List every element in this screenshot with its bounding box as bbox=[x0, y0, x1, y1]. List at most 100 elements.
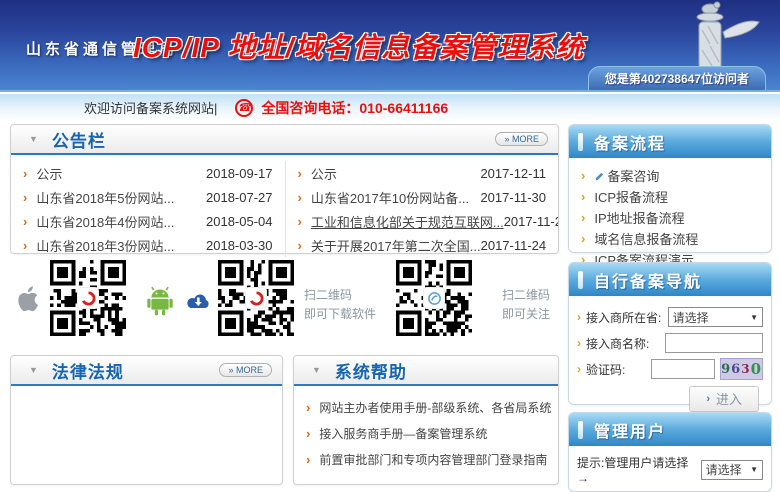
province-select[interactable]: 请选择 ▼ bbox=[668, 307, 763, 327]
bulletin-column-right: › 公示 2017-12-11 › 山东省2017年10份网站备... 2017-11-… bbox=[285, 161, 559, 257]
qr-code-download bbox=[218, 260, 294, 336]
bulletin-date: 2018-09-17 bbox=[206, 166, 273, 181]
bullet-arrow-icon: › bbox=[577, 336, 581, 350]
laws-title: 法律法规 bbox=[52, 358, 124, 383]
enter-button[interactable]: › 进入 bbox=[689, 386, 759, 412]
triangle-down-icon: ▼ bbox=[29, 134, 38, 144]
bullet-arrow-icon: › bbox=[581, 231, 585, 246]
isp-name-input[interactable] bbox=[665, 333, 763, 353]
qr-code-ios bbox=[50, 260, 126, 336]
process-list: ›备案咨询 ›ICP报备流程 ›IP地址报备流程 ›域名信息报备流程 ›ICP备… bbox=[569, 158, 771, 270]
captcha-digit: 3 bbox=[741, 362, 750, 376]
triangle-down-icon: ▼ bbox=[29, 365, 38, 375]
captcha-image[interactable]: 9 6 3 0 bbox=[720, 358, 763, 380]
header: 山东省通信管理局 ICP/IP 地址/域名信息备案管理系统 您是第4027386… bbox=[0, 0, 780, 92]
bulletin-date: 2017-12-11 bbox=[480, 166, 546, 181]
bulletin-title: 公告栏 bbox=[52, 127, 106, 152]
android-icon bbox=[146, 286, 174, 316]
bullet-arrow-icon: › bbox=[298, 238, 302, 253]
captcha-row: › 验证码: 9 6 3 0 bbox=[569, 356, 771, 382]
bullet-arrow-icon: › bbox=[23, 166, 27, 181]
bulletin-date: 2017-11-24 bbox=[481, 238, 547, 253]
bullet-arrow-icon: › bbox=[298, 166, 302, 181]
help-title: 系统帮助 bbox=[335, 358, 407, 383]
captcha-digit: 0 bbox=[751, 360, 762, 378]
bullet-arrow-icon: › bbox=[581, 189, 585, 204]
enter-arrow-icon: › bbox=[706, 393, 710, 405]
app-logo-icon bbox=[245, 287, 267, 309]
header-accent-bar bbox=[578, 133, 583, 151]
province-label: 接入商所在省: bbox=[586, 309, 668, 326]
captcha-label: 验证码: bbox=[586, 361, 651, 378]
qr-section: 扫二维码 即可下载软件 扫二维码 即可关注 bbox=[10, 258, 559, 352]
bulletin-link[interactable]: 关于开展2017年第二次全国... bbox=[311, 236, 481, 255]
bulletin-list: › 公示 2018-09-17 › 山东省2018年5份网站... 2018-07-27… bbox=[11, 155, 558, 257]
apple-icon bbox=[16, 284, 40, 314]
process-link[interactable]: 域名信息报备流程 bbox=[594, 229, 698, 248]
process-title: 备案流程 bbox=[594, 130, 666, 154]
province-select-value: 请选择 bbox=[673, 309, 709, 326]
admin-select-value: 请选择 bbox=[706, 461, 742, 478]
isp-row: › 接入商名称: bbox=[569, 330, 771, 356]
visitor-counter: 您是第402738647位访问者 bbox=[588, 66, 766, 91]
help-panel: ▼ 系统帮助 ›网站主办者使用手册-部级系统、各省局系统 ›接入服务商手册—备案… bbox=[293, 355, 559, 485]
bullet-arrow-icon: › bbox=[306, 426, 310, 441]
captcha-input[interactable] bbox=[651, 359, 715, 379]
list-item: › 接入服务商手册—备案管理系统 bbox=[294, 420, 558, 446]
admin-panel: 管理用户 提示:管理用户请选择→ 请选择 ▼ bbox=[568, 412, 772, 492]
admin-title: 管理用户 bbox=[594, 418, 666, 442]
bulletin-link[interactable]: 公示 bbox=[36, 164, 62, 183]
laws-more-button[interactable]: » MORE bbox=[219, 363, 272, 377]
bulletin-date: 2018-07-27 bbox=[206, 190, 273, 205]
province-row: › 接入商所在省: 请选择 ▼ bbox=[569, 304, 771, 330]
list-item: › 前置审批部门和专项内容管理部门登录指南 bbox=[294, 446, 558, 472]
list-item: ›网站主办者使用手册-部级系统、各省局系统 bbox=[294, 394, 558, 420]
bulletin-date: 2017-11-28 bbox=[504, 214, 558, 229]
process-panel: 备案流程 ›备案咨询 ›ICP报备流程 ›IP地址报备流程 ›域名信息报备流程 … bbox=[568, 124, 772, 253]
bullet-arrow-icon: › bbox=[577, 362, 581, 376]
pencil-icon bbox=[594, 170, 605, 181]
list-item: › 备案咨询 bbox=[569, 165, 771, 186]
bullet-arrow-icon: › bbox=[298, 190, 302, 205]
wechat-account-logo-icon bbox=[423, 287, 445, 309]
bulletin-date: 2018-05-04 bbox=[206, 214, 273, 229]
bullet-arrow-icon: › bbox=[306, 452, 310, 467]
hotline-number: 010-66411166 bbox=[359, 100, 448, 116]
help-link[interactable]: 前置审批部门和专项内容管理部门登录指南 bbox=[319, 451, 547, 468]
help-link[interactable]: 接入服务商手册—备案管理系统 bbox=[319, 425, 487, 442]
filing-nav-title: 自行备案导航 bbox=[594, 268, 702, 292]
bulletin-column-left: › 公示 2018-09-17 › 山东省2018年5份网站... 2018-07-27… bbox=[11, 161, 285, 257]
bulletin-more-button[interactable]: » MORE bbox=[495, 132, 548, 146]
bulletin-link[interactable]: 山东省2018年4份网站... bbox=[36, 212, 174, 231]
admin-select-row: 提示:管理用户请选择→ 请选择 ▼ bbox=[569, 446, 771, 485]
help-link[interactable]: 网站主办者使用手册-部级系统、各省局系统 bbox=[319, 399, 551, 416]
hotline-label: 全国咨询电话： bbox=[261, 98, 359, 118]
list-item: › 公示 2017-12-11 bbox=[286, 161, 559, 185]
laws-panel: ▼ 法律法规 » MORE bbox=[10, 355, 283, 485]
bulletin-date: 2017-11-30 bbox=[480, 190, 546, 205]
captcha-digit: 9 bbox=[721, 362, 731, 377]
chevron-down-icon: ▼ bbox=[750, 465, 758, 474]
bullet-arrow-icon: › bbox=[298, 214, 302, 229]
welcome-text: 欢迎访问备案系统网站| bbox=[84, 98, 217, 117]
filing-nav-panel: 自行备案导航 › 接入商所在省: 请选择 ▼ › 接入商名称: › 验证码: 9… bbox=[568, 262, 772, 405]
process-link[interactable]: IP地址报备流程 bbox=[594, 208, 684, 227]
triangle-down-icon: ▼ bbox=[312, 365, 321, 375]
cloud-download-icon bbox=[184, 292, 212, 312]
bullet-arrow-icon: › bbox=[581, 168, 585, 183]
process-header: 备案流程 bbox=[569, 125, 771, 158]
process-link[interactable]: ICP报备流程 bbox=[594, 187, 668, 206]
bulletin-link[interactable]: 山东省2018年5份网站... bbox=[36, 188, 174, 207]
laws-header: ▼ 法律法规 » MORE bbox=[11, 356, 282, 386]
process-link[interactable]: 备案咨询 bbox=[607, 166, 659, 185]
bulletin-link[interactable]: 山东省2017年10份网站备... bbox=[311, 188, 469, 207]
welcome-bar: 欢迎访问备案系统网站| ☎ 全国咨询电话： 010-66411166 bbox=[0, 94, 780, 121]
list-item: › 关于开展2017年第二次全国...2017-11-24 bbox=[286, 233, 559, 257]
bulletin-link[interactable]: 公示 bbox=[311, 164, 337, 183]
bullet-arrow-icon: › bbox=[23, 238, 27, 253]
phone-icon: ☎ bbox=[235, 99, 253, 117]
bulletin-link[interactable]: 工业和信息化部关于规范互联网... bbox=[311, 212, 504, 231]
list-item: › 山东省2017年10份网站备... 2017-11-30 bbox=[286, 185, 559, 209]
header-accent-bar bbox=[578, 421, 583, 439]
bulletin-link[interactable]: 山东省2018年3份网站... bbox=[36, 236, 174, 255]
